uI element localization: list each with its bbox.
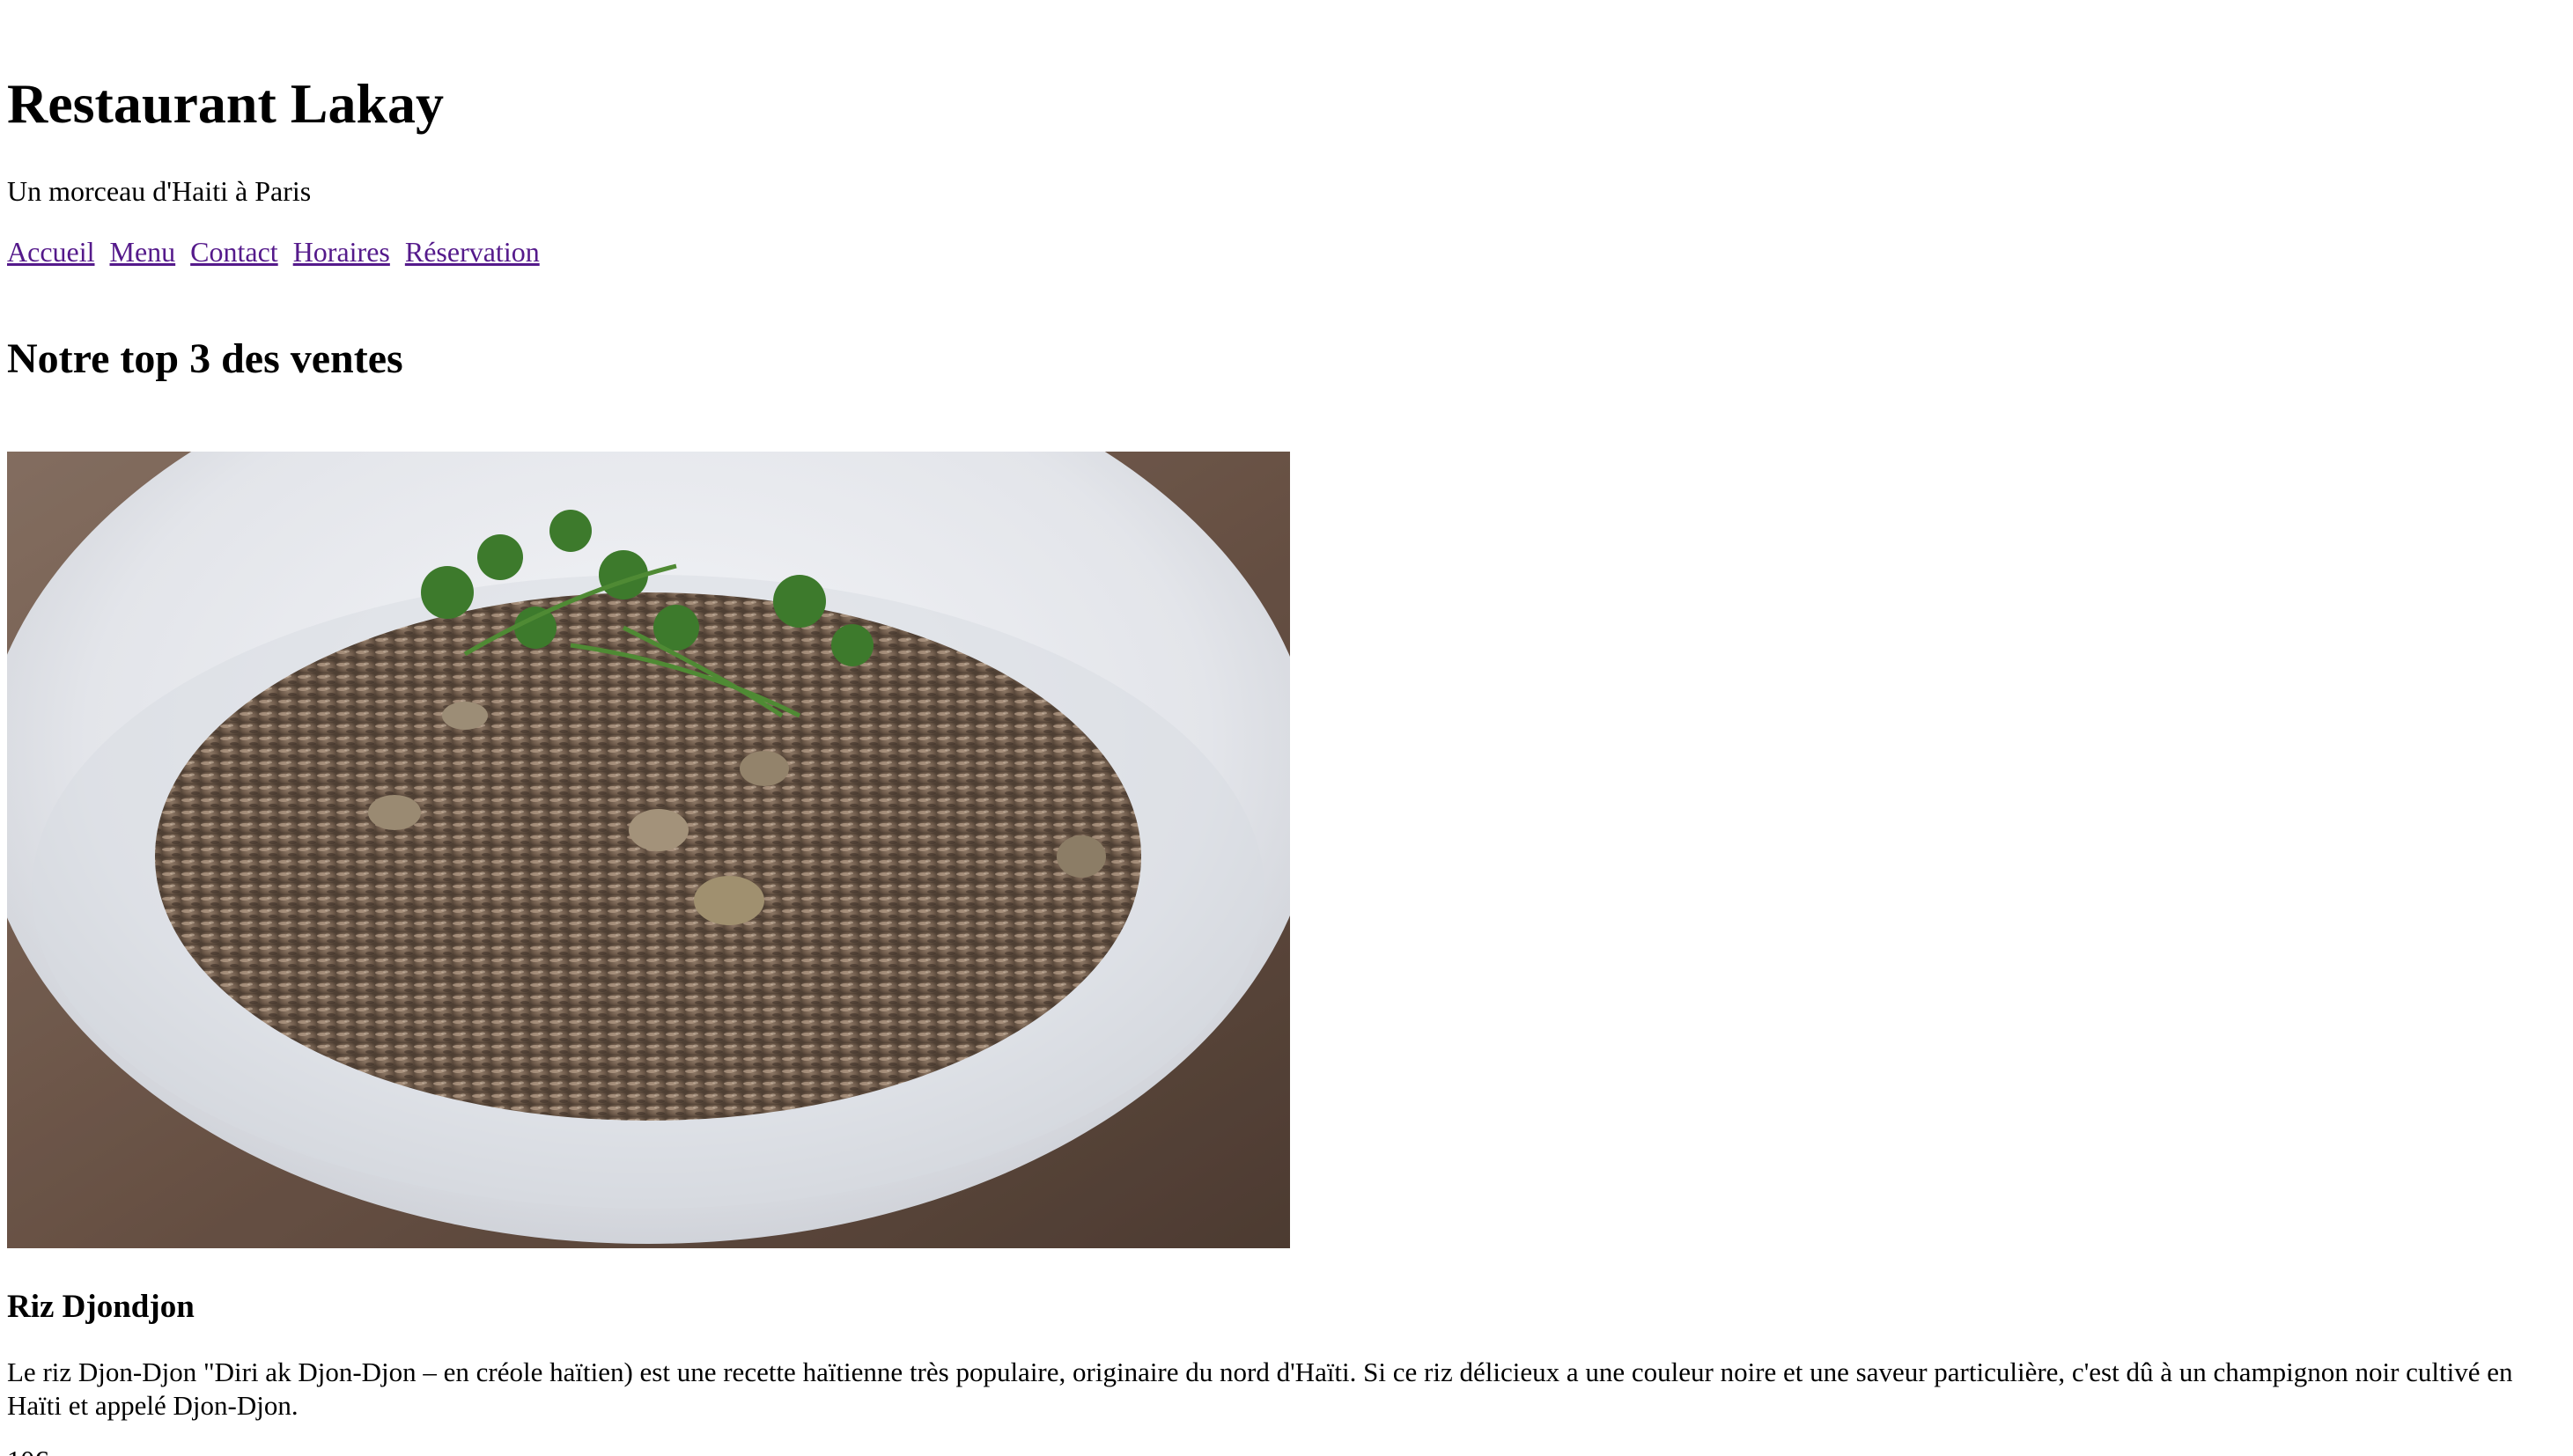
main-nav: Accueil Menu Contact Horaires Réservatio…: [7, 233, 548, 270]
nav-link-menu[interactable]: Menu: [110, 236, 176, 268]
nav-link-accueil[interactable]: Accueil: [7, 236, 95, 268]
dish-name: Riz Djondjon: [7, 1289, 195, 1325]
riz-djondjon-photo: [7, 452, 1290, 1248]
site-title: Restaurant Lakay: [7, 72, 445, 135]
site-tagline: Un morceau d'Haiti à Paris: [7, 175, 312, 207]
nav-link-reservation[interactable]: Réservation: [405, 236, 540, 268]
page: Restaurant Lakay Un morceau d'Haiti à Pa…: [0, 0, 2573, 1456]
nav-link-horaires[interactable]: Horaires: [293, 236, 390, 268]
dish-description: Le riz Djon-Djon "Diri ak Djon-Djon – en…: [7, 1357, 2513, 1421]
top-sales-title: Notre top 3 des ventes: [7, 335, 403, 382]
dish-price: 10€: [7, 1444, 48, 1456]
nav-link-contact[interactable]: Contact: [190, 236, 278, 268]
